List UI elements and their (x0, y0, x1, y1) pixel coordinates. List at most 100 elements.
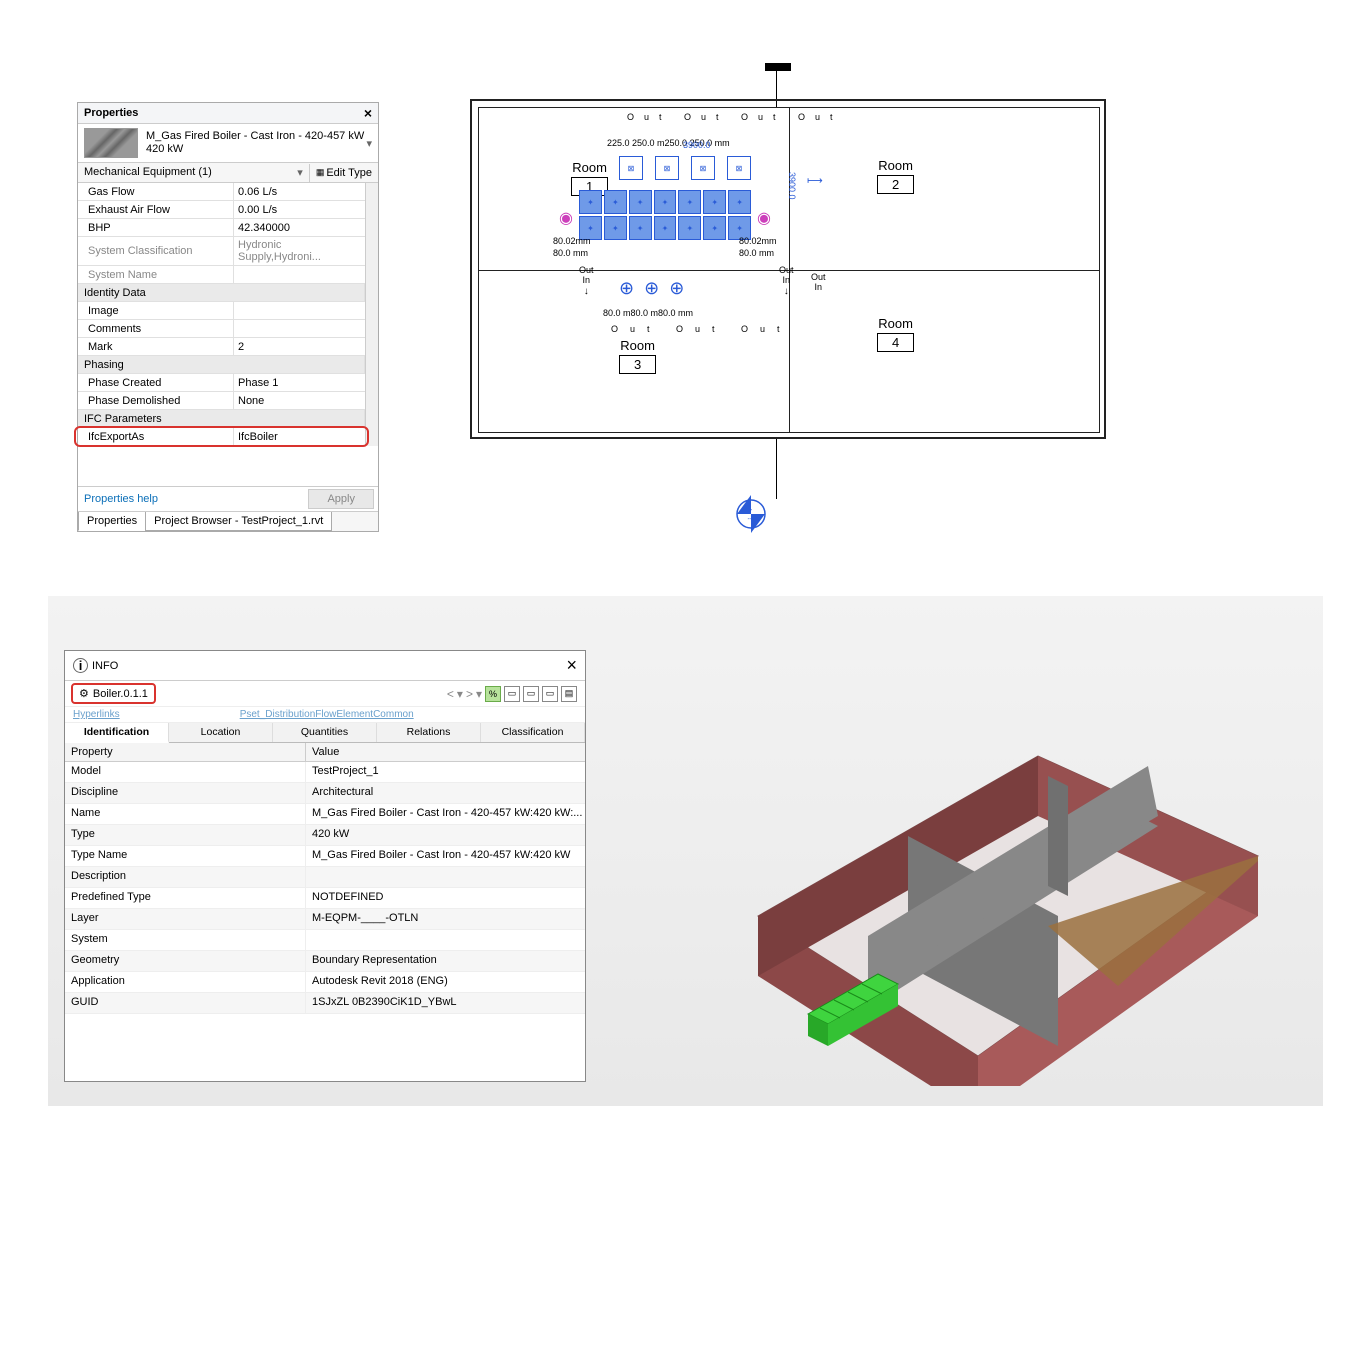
dim-handle-icon[interactable]: ⟼ (807, 174, 823, 187)
svg-text:-: - (750, 505, 753, 514)
chevron-down-icon[interactable]: ▾ (366, 137, 372, 150)
boiler-equipment-selected[interactable]: ✦✦✦✦✦✦✦ ✦✦✦✦✦✦✦ (579, 190, 751, 246)
connector-pink-icon[interactable]: ◉ (559, 208, 573, 228)
clipboard-icon[interactable]: ▭ (523, 686, 539, 702)
group-header[interactable]: Phasing (78, 356, 365, 373)
boiler-icon: ⚙ (79, 687, 89, 700)
hyperlinks-link[interactable]: Hyperlinks (73, 709, 120, 720)
property-value[interactable] (234, 266, 365, 283)
info-row[interactable]: DisciplineArchitectural (65, 783, 585, 804)
properties-help-link[interactable]: Properties help (78, 489, 304, 509)
temp-dimension-h[interactable]: 3900.0 (683, 140, 711, 150)
info-row[interactable]: Predefined TypeNOTDEFINED (65, 888, 585, 909)
eq-cell: ✦ (678, 190, 701, 214)
air-terminal-icon[interactable]: ⊠ (691, 156, 715, 180)
air-terminal-icon[interactable]: ⊕ (644, 278, 659, 299)
section-head-marker (765, 63, 791, 71)
temp-dimension-v[interactable]: 3900.0 (787, 172, 797, 200)
view-direction-icon[interactable]: ---- (728, 491, 774, 537)
info-prop-value: 420 kW (306, 825, 585, 845)
property-value[interactable]: 2 (234, 338, 365, 355)
info-row[interactable]: NameM_Gas Fired Boiler - Cast Iron - 420… (65, 804, 585, 825)
property-value[interactable]: IfcBoiler (234, 428, 365, 445)
info-prop-value: M_Gas Fired Boiler - Cast Iron - 420-457… (306, 804, 585, 824)
nav-first-icon[interactable]: < (447, 687, 454, 701)
group-header[interactable]: Identity Data (78, 284, 365, 301)
column-header-property[interactable]: Property (65, 743, 306, 761)
eq-cell: ✦ (654, 216, 677, 240)
close-icon[interactable]: × (566, 655, 577, 676)
category-filter[interactable]: Mechanical Equipment (1) ▾ (78, 163, 309, 182)
info-prop-value (306, 867, 585, 887)
clipboard-icon[interactable]: ▭ (504, 686, 520, 702)
air-terminal-icon[interactable]: ⊠ (727, 156, 751, 180)
property-value[interactable] (234, 302, 365, 319)
info-tab-location[interactable]: Location (169, 723, 273, 742)
pset-link[interactable]: Pset_DistributionFlowElementCommon (240, 709, 414, 720)
air-terminal-icon[interactable]: ⊕ (619, 278, 634, 299)
info-tab-identification[interactable]: Identification (65, 723, 169, 743)
air-terminal-icon[interactable]: ⊠ (619, 156, 643, 180)
properties-titlebar[interactable]: Properties × (78, 103, 378, 124)
nav-prev-icon[interactable]: ▾ (457, 687, 463, 701)
property-label: Exhaust Air Flow (78, 201, 234, 218)
chevron-down-icon: ▾ (297, 166, 303, 179)
property-value[interactable]: None (234, 392, 365, 409)
info-titlebar[interactable]: i INFO × (65, 651, 585, 681)
edit-type-button[interactable]: ▦Edit Type (309, 164, 378, 182)
property-value[interactable]: 42.340000 (234, 219, 365, 236)
scrollbar[interactable] (365, 183, 378, 446)
property-value[interactable]: 0.00 L/s (234, 201, 365, 218)
property-value[interactable] (234, 320, 365, 337)
info-prop-name: Application (65, 972, 306, 992)
info-prop-value: M-EQPM-____-OTLN (306, 909, 585, 929)
info-row[interactable]: GUID1SJxZL 0B2390CiK1D_YBwL (65, 993, 585, 1014)
type-selector[interactable]: M_Gas Fired Boiler - Cast Iron - 420-457… (78, 124, 378, 163)
eq-cell: ✦ (728, 190, 751, 214)
info-row[interactable]: LayerM-EQPM-____-OTLN (65, 909, 585, 930)
tab-properties[interactable]: Properties (78, 512, 146, 531)
info-prop-value: Architectural (306, 783, 585, 803)
eq-cell: ✦ (654, 190, 677, 214)
property-value[interactable]: 0.06 L/s (234, 183, 365, 200)
layout-icon[interactable]: ▤ (561, 686, 577, 702)
apply-button[interactable]: Apply (308, 489, 374, 509)
info-tab-quantities[interactable]: Quantities (273, 723, 377, 742)
info-row[interactable]: GeometryBoundary Representation (65, 951, 585, 972)
property-label: System Classification (78, 237, 234, 265)
column-header-value[interactable]: Value (306, 743, 585, 761)
out-in-label: OutIn↓ (779, 266, 794, 297)
3d-view[interactable] (618, 636, 1298, 1086)
room-tag-3[interactable]: Room3 (619, 338, 656, 374)
info-row[interactable]: System (65, 930, 585, 951)
close-icon[interactable]: × (364, 106, 372, 120)
property-value[interactable]: Phase 1 (234, 374, 365, 391)
breadcrumb-item[interactable]: ⚙ Boiler.0.1.1 (73, 685, 154, 702)
info-title-text: INFO (92, 660, 118, 672)
clipboard-icon[interactable]: ▭ (542, 686, 558, 702)
property-label: System Name (78, 266, 234, 283)
info-icon: i (73, 658, 88, 673)
property-value[interactable]: Hydronic Supply,Hydroni... (234, 237, 365, 265)
air-terminal-icon[interactable]: ⊕ (669, 278, 684, 299)
eq-cell: ✦ (629, 190, 652, 214)
connector-pink-icon[interactable]: ◉ (757, 208, 771, 228)
info-row[interactable]: Type420 kW (65, 825, 585, 846)
info-row[interactable]: ModelTestProject_1 (65, 762, 585, 783)
tab-project-browser[interactable]: Project Browser - TestProject_1.rvt (145, 512, 332, 531)
link-icon[interactable]: % (485, 686, 501, 702)
info-row[interactable]: Description (65, 867, 585, 888)
info-tab-classification[interactable]: Classification (481, 723, 585, 742)
group-header[interactable]: IFC Parameters (78, 410, 365, 427)
nav-last-icon[interactable]: ▾ (476, 687, 482, 701)
floor-plan-view[interactable]: Room1 Room2 Room3 Room4 Out Out Out Out … (470, 85, 1110, 545)
room-tag-2[interactable]: Room2 (877, 158, 914, 194)
property-label: Gas Flow (78, 183, 234, 200)
air-terminal-icon[interactable]: ⊠ (655, 156, 679, 180)
properties-grid: Gas Flow0.06 L/sExhaust Air Flow0.00 L/s… (78, 183, 365, 446)
nav-next-icon[interactable]: > (466, 687, 473, 701)
info-tab-relations[interactable]: Relations (377, 723, 481, 742)
info-row[interactable]: ApplicationAutodesk Revit 2018 (ENG) (65, 972, 585, 993)
room-tag-4[interactable]: Room4 (877, 316, 914, 352)
info-row[interactable]: Type NameM_Gas Fired Boiler - Cast Iron … (65, 846, 585, 867)
